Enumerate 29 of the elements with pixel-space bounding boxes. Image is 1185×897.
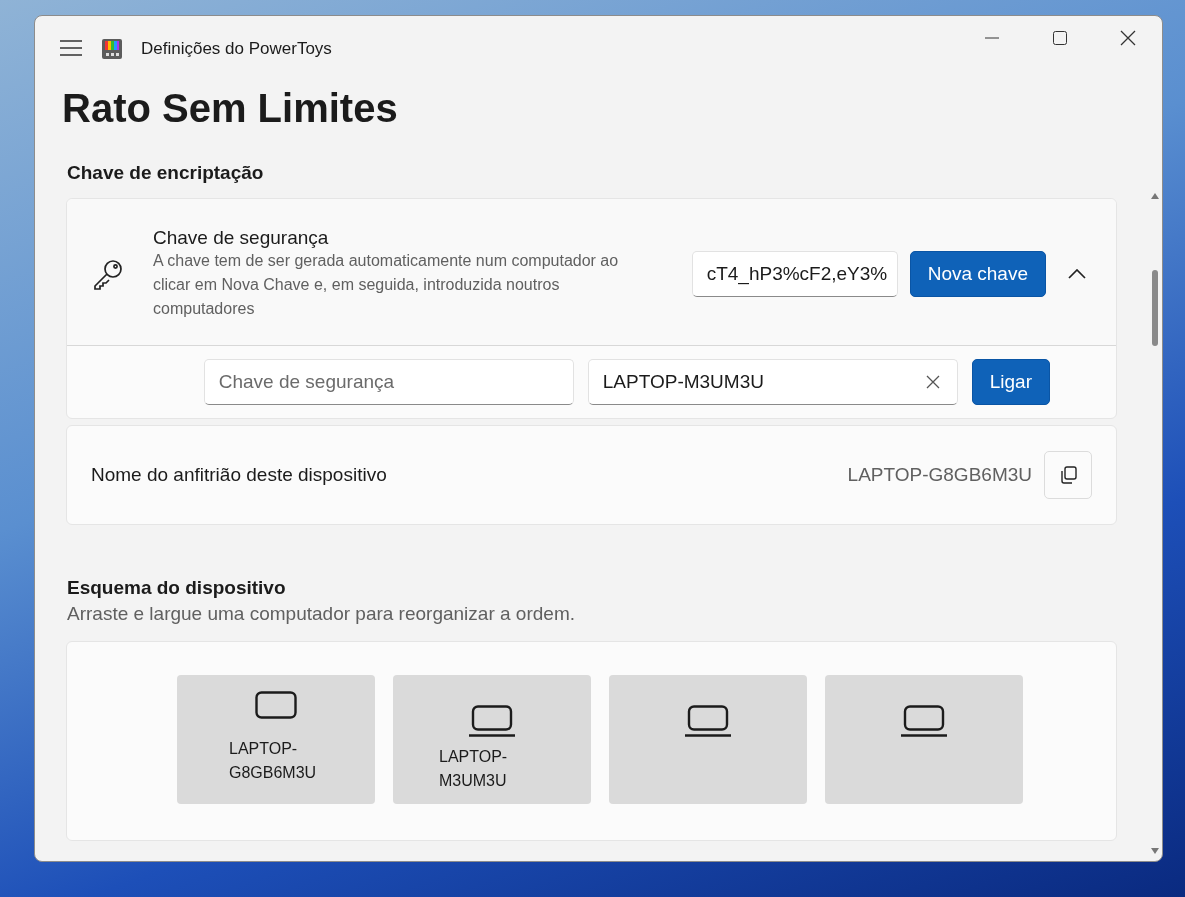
connect-button[interactable]: Ligar	[971, 359, 1050, 405]
window-title: Definições do PowerToys	[141, 39, 332, 59]
scroll-down-icon[interactable]	[1150, 847, 1160, 855]
device-name: LAPTOP- G8GB6M3U	[229, 739, 317, 783]
device-tile[interactable]	[609, 675, 807, 804]
scroll-up-icon[interactable]	[1150, 192, 1160, 200]
section-heading: Chave de encriptação	[67, 162, 265, 184]
device-tile[interactable]: LAPTOP- M3UM3U	[393, 675, 591, 804]
key-input[interactable]: Chave de segurança	[203, 359, 574, 405]
new-key-button[interactable]: Nova chave	[909, 251, 1046, 297]
laptop-icon	[900, 705, 948, 737]
device-tile[interactable]: LAPTOP- G8GB6M3U	[177, 675, 375, 804]
monitor-icon	[255, 691, 297, 719]
key-field[interactable]: cT4_hP3%cF2,eY3%	[691, 251, 898, 297]
setting-title: Chave de segurança	[153, 227, 330, 249]
section-description: Arraste e largue uma computador para reorganizar a ordem.	[67, 603, 576, 625]
hostname-field[interactable]: LAPTOP-M3UM3U	[587, 359, 958, 405]
app-logo-icon	[101, 38, 123, 60]
copy-icon[interactable]	[1044, 451, 1092, 499]
laptop-icon	[684, 705, 732, 737]
setting-description: A chave tem de ser gerada automaticamente num computador ao clicar em Nova Chave e, em seguida, introduzida noutros computadores	[153, 251, 620, 319]
section-heading: Esquema do dispositivo	[67, 577, 287, 599]
device-name: LAPTOP- M3UM3U	[439, 747, 508, 791]
device-tile[interactable]	[825, 675, 1023, 804]
setting-title: Nome do anfitrião deste dispositivo	[91, 464, 388, 486]
key-icon	[91, 257, 125, 291]
hostname-value: LAPTOP-G8GB6M3U	[847, 464, 1032, 486]
laptop-icon	[468, 705, 516, 737]
page-title: Rato Sem Limites	[61, 86, 399, 132]
